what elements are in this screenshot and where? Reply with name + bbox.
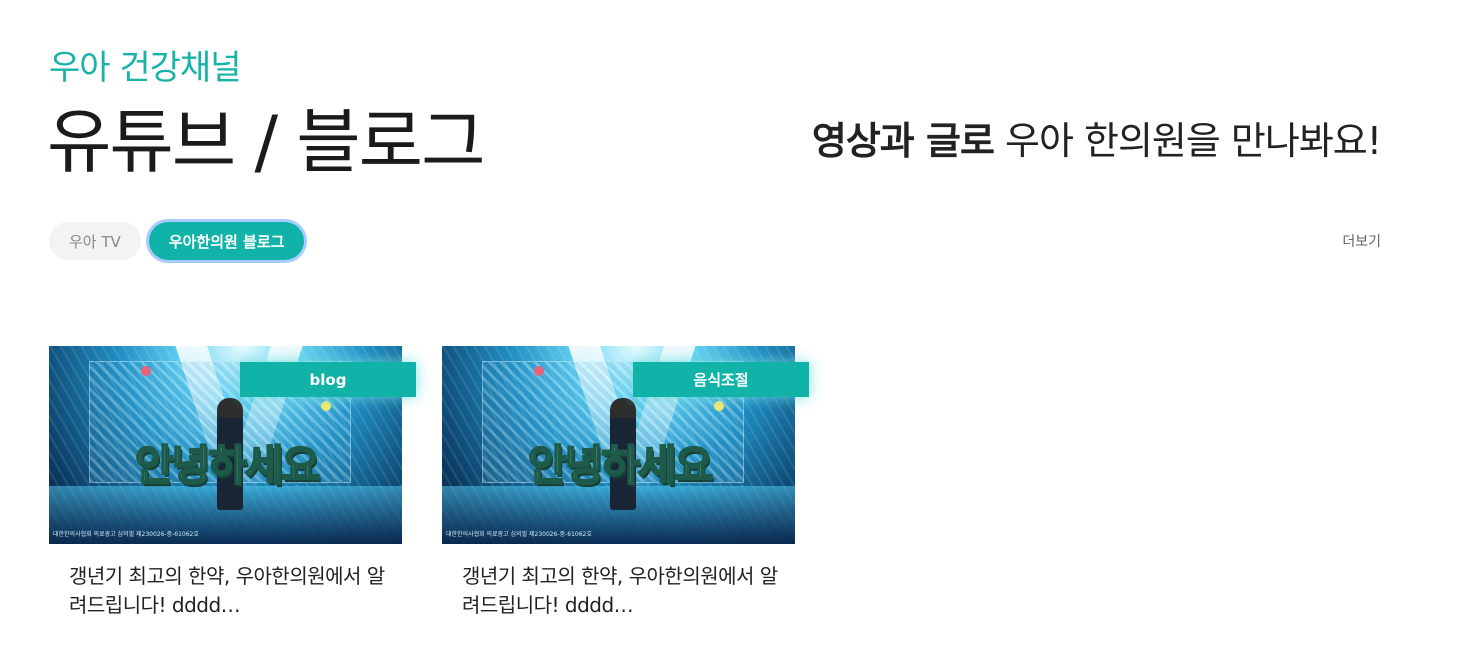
channel-tabs: 우아 TV 우아한의원 블로그 <box>49 222 305 260</box>
section-eyebrow: 우아 건강채널 <box>49 48 241 88</box>
flower-decoration <box>321 401 331 411</box>
category-badge: 음식조절 <box>633 362 809 397</box>
flower-decoration <box>534 366 544 376</box>
flower-decoration <box>714 401 724 411</box>
section-tagline: 영상과 글로 우아 한의원을 만나봐요! <box>811 110 1382 165</box>
tab-woo-blog[interactable]: 우아한의원 블로그 <box>148 222 305 260</box>
category-badge: blog <box>240 362 416 397</box>
post-list: 안녕하세요 대한한의사협회 의료광고 심의필 제230026-중-61062호 … <box>49 346 809 620</box>
flower-decoration <box>141 366 151 376</box>
tagline-bold: 영상과 글로 <box>811 119 995 163</box>
thumbnail-fine-print: 대한한의사협회 의료광고 심의필 제230026-중-61062호 <box>446 531 592 538</box>
post-card[interactable]: 안녕하세요 대한한의사협회 의료광고 심의필 제230026-중-61062호 … <box>49 346 416 620</box>
post-card[interactable]: 안녕하세요 대한한의사협회 의료광고 심의필 제230026-중-61062호 … <box>442 346 809 620</box>
page-title: 유튜브 / 블로그 <box>47 101 485 183</box>
thumbnail-caption: 안녕하세요 <box>134 440 321 491</box>
thumbnail-fine-print: 대한한의사협회 의료광고 심의필 제230026-중-61062호 <box>53 531 199 538</box>
thumbnail-caption: 안녕하세요 <box>527 440 714 491</box>
post-title[interactable]: 갱년기 최고의 한약, 우아한의원에서 알려드립니다! dddd… <box>462 562 782 620</box>
tagline-rest: 우아 한의원을 만나봐요! <box>993 119 1382 163</box>
tab-woo-tv[interactable]: 우아 TV <box>49 222 141 260</box>
more-link[interactable]: 더보기 <box>1342 231 1381 251</box>
post-title[interactable]: 갱년기 최고의 한약, 우아한의원에서 알려드립니다! dddd… <box>69 562 389 620</box>
